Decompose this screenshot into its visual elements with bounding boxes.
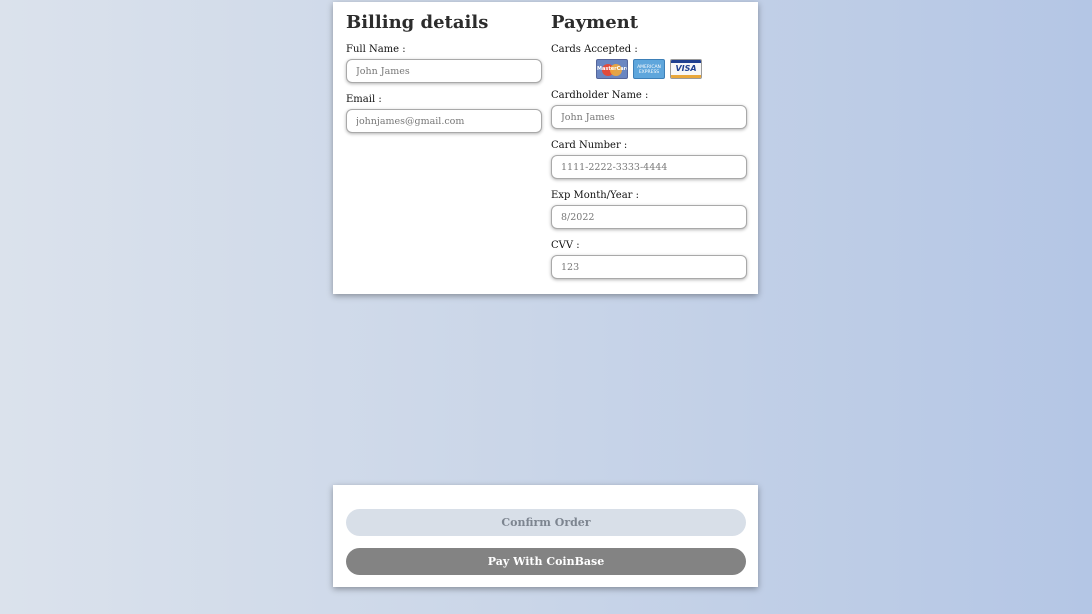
billing-section: Billing details Full Name : Email : — [346, 14, 542, 290]
payment-heading: Payment — [551, 12, 639, 33]
billing-heading: Billing details — [346, 12, 489, 33]
exp-month-year-label: Exp Month/Year : — [551, 190, 639, 201]
order-actions-card: Confirm Order Pay With CoinBase — [333, 485, 758, 587]
cardholder-name-label: Cardholder Name : — [551, 90, 649, 101]
amex-icon: AMERICAN EXPRESS — [633, 59, 665, 79]
payment-section: Payment Cards Accepted : MasterCard AMER… — [551, 14, 747, 290]
mastercard-icon: MasterCard — [596, 59, 628, 79]
cardholder-name-input[interactable] — [551, 105, 747, 129]
email-input[interactable] — [346, 109, 542, 133]
card-number-label: Card Number : — [551, 140, 628, 151]
cvv-label: CVV : — [551, 240, 580, 251]
accepted-cards: MasterCard AMERICAN EXPRESS VISA — [551, 59, 747, 81]
pay-with-coinbase-button[interactable]: Pay With CoinBase — [346, 548, 746, 575]
confirm-order-button[interactable]: Confirm Order — [346, 509, 746, 536]
visa-icon: VISA — [670, 59, 702, 79]
full-name-input[interactable] — [346, 59, 542, 83]
email-label: Email : — [346, 94, 382, 105]
exp-month-year-input[interactable] — [551, 205, 747, 229]
form-columns: Billing details Full Name : Email : Paym… — [346, 14, 747, 290]
full-name-label: Full Name : — [346, 44, 406, 55]
card-number-input[interactable] — [551, 155, 747, 179]
cards-accepted-label: Cards Accepted : — [551, 44, 638, 55]
checkout-form-card: Billing details Full Name : Email : Paym… — [333, 2, 758, 294]
cvv-input[interactable] — [551, 255, 747, 279]
